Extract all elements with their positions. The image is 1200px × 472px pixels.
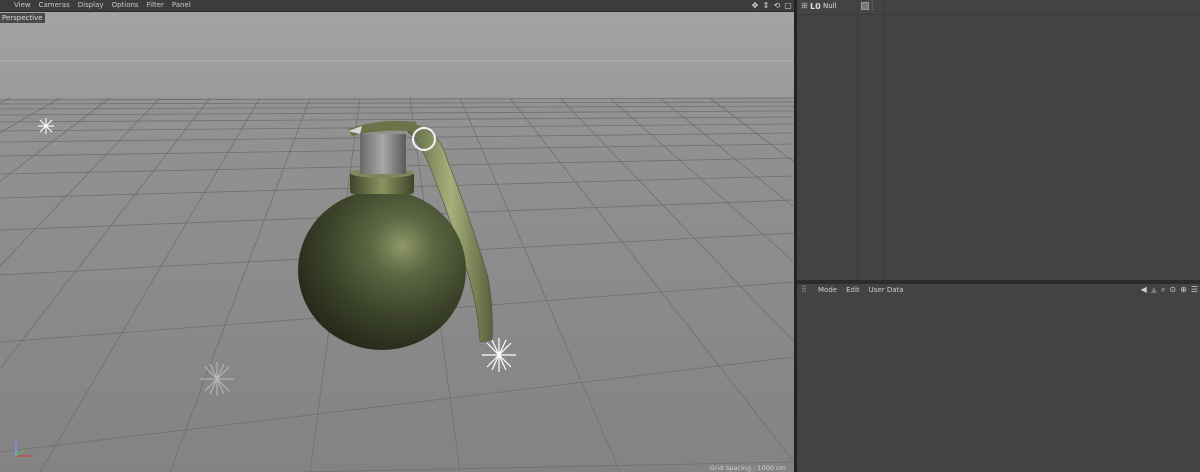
- object-manager-panel: ⊞ L0 Null ::: [797, 0, 1200, 280]
- attribute-manager-panel: ⠿ Mode Edit User Data ◀ ▲ ⌕ ⊙ ⊕ ☰: [797, 284, 1200, 472]
- visibility-dots-icon[interactable]: ::: [871, 0, 873, 12]
- viewport-menu-options[interactable]: Options: [112, 0, 139, 11]
- viewport-scene[interactable]: [0, 12, 794, 472]
- object-manager-column-divider[interactable]: [857, 0, 858, 280]
- light-gizmo-left[interactable]: [38, 118, 54, 134]
- null-object-icon: L0: [810, 2, 821, 11]
- grip-icon[interactable]: ⠿: [801, 286, 809, 294]
- attribute-menu-mode[interactable]: Mode: [818, 284, 837, 296]
- cinema4d-window: View Cameras Display Options Filter Pane…: [0, 0, 1200, 472]
- object-manager-column-divider[interactable]: [883, 0, 884, 280]
- rotate-view-icon[interactable]: ⟲: [773, 1, 781, 10]
- viewport-menu-filter[interactable]: Filter: [147, 0, 164, 11]
- camera-label[interactable]: Perspective: [0, 13, 45, 23]
- attribute-manager-icons: ◀ ▲ ⌕ ⊙ ⊕ ☰: [1141, 285, 1198, 295]
- lock-icon[interactable]: ⊙: [1169, 285, 1176, 295]
- viewport-menu-view[interactable]: View: [14, 0, 31, 11]
- light-gizmo-bottom[interactable]: [200, 362, 234, 396]
- attribute-menu-user-data[interactable]: User Data: [869, 284, 904, 296]
- grid-spacing-readout: Grid Spacing : 1000 cm: [709, 464, 786, 472]
- new-panel-icon[interactable]: ⊕: [1180, 285, 1187, 295]
- attribute-manager-toolbar: ⠿ Mode Edit User Data ◀ ▲ ⌕ ⊙ ⊕ ☰: [797, 284, 1200, 296]
- attribute-menu-edit[interactable]: Edit: [846, 284, 860, 296]
- viewport-menu-display[interactable]: Display: [78, 0, 104, 11]
- move-view-icon[interactable]: ✥: [751, 1, 759, 10]
- maximize-view-icon[interactable]: ▢: [784, 1, 792, 10]
- tree-expand-icon[interactable]: ⊞: [801, 2, 809, 10]
- viewport-menubar: View Cameras Display Options Filter Pane…: [0, 0, 794, 12]
- axis-gizmo-icon: [15, 442, 32, 457]
- dolly-icon[interactable]: ⇕: [762, 1, 770, 10]
- viewport-nav-icons: ✥ ⇕ ⟲ ▢: [751, 0, 792, 11]
- back-arrow-icon[interactable]: ◀: [1141, 285, 1147, 295]
- light-gizmo-center[interactable]: [482, 338, 516, 372]
- menu-icon[interactable]: ☰: [1191, 285, 1198, 295]
- search-icon[interactable]: ⌕: [1161, 285, 1165, 295]
- viewport-panel[interactable]: View Cameras Display Options Filter Pane…: [0, 0, 794, 472]
- forward-arrow-icon[interactable]: ▲: [1151, 285, 1157, 295]
- object-tag-icon[interactable]: [861, 2, 869, 10]
- object-name[interactable]: Null: [823, 2, 837, 11]
- viewport-menu-cameras[interactable]: Cameras: [39, 0, 70, 11]
- viewport-menu-panel[interactable]: Panel: [172, 0, 191, 11]
